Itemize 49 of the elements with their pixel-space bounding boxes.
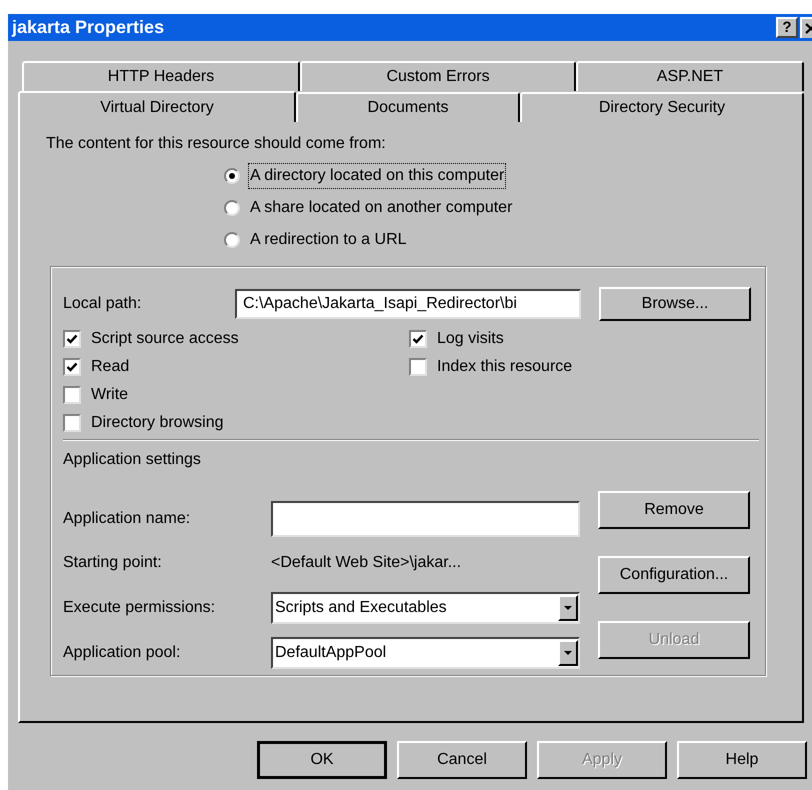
check-icon — [412, 333, 424, 345]
tab[interactable]: Virtual Directory — [18, 91, 296, 122]
browse-button[interactable]: Browse... — [599, 287, 751, 321]
section-heading: Application settings — [63, 451, 201, 468]
check-icon — [66, 333, 78, 345]
prompt-text: The content for this resource should come from: — [46, 135, 386, 152]
radio-label: A directory located on this computer — [249, 164, 506, 188]
field-label: Execute permissions: — [63, 598, 216, 618]
window-title: jakarta Properties — [12, 16, 166, 39]
radio-label: A redirection to a URL — [249, 230, 408, 250]
checkbox-label: Write — [91, 385, 128, 405]
checkbox[interactable] — [63, 358, 81, 376]
app-button[interactable]: Configuration... — [598, 556, 750, 594]
value-text: <Default Web Site>\jakar... — [271, 553, 462, 573]
tab[interactable]: HTTP Headers — [22, 61, 300, 91]
checkbox-label: Index this resource — [437, 357, 572, 377]
field-label: Application name: — [63, 509, 192, 529]
app-button[interactable]: Remove — [598, 491, 750, 529]
radio-button[interactable] — [224, 200, 240, 216]
radio-button[interactable] — [224, 168, 240, 184]
tab[interactable]: Documents — [296, 92, 520, 122]
dropdown[interactable]: DefaultAppPool — [271, 637, 580, 669]
checkbox[interactable] — [409, 358, 427, 376]
checkbox-label: Directory browsing — [91, 413, 224, 433]
checkbox[interactable] — [63, 414, 81, 432]
tab[interactable]: ASP.NET — [576, 61, 804, 91]
field-label: Application pool: — [63, 643, 182, 663]
tab[interactable]: Custom Errors — [300, 61, 576, 91]
help-button[interactable]: ? — [776, 17, 798, 38]
checkbox-label: Log visits — [437, 329, 504, 349]
checkbox[interactable] — [63, 386, 81, 404]
dropdown-arrow-icon — [564, 606, 572, 610]
checkbox-label: Read — [91, 357, 130, 377]
radio-button[interactable] — [224, 232, 240, 248]
field-label: Starting point: — [63, 553, 163, 573]
check-icon — [66, 361, 78, 373]
text-field[interactable] — [271, 501, 580, 537]
dialog-button[interactable]: Cancel — [397, 741, 527, 779]
field-label: Local path: — [63, 294, 142, 314]
dialog-button[interactable]: OK — [257, 741, 387, 779]
dropdown[interactable]: Scripts and Executables — [271, 592, 580, 624]
radio-label: A share located on another computer — [249, 198, 514, 218]
checkbox[interactable] — [409, 330, 427, 348]
local-path-field[interactable]: C:\Apache\Jakarta_Isapi_Redirector\bi — [235, 289, 581, 319]
dropdown-arrow-icon — [564, 651, 572, 655]
dialog-button[interactable]: Help — [677, 741, 807, 779]
checkbox-label: Script source access — [91, 329, 239, 349]
checkbox[interactable] — [63, 330, 81, 348]
tab[interactable]: Directory Security — [520, 92, 804, 122]
